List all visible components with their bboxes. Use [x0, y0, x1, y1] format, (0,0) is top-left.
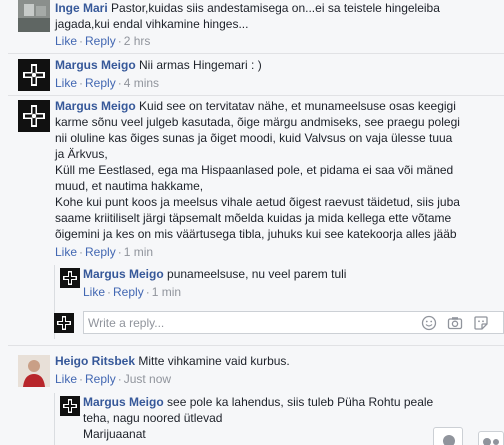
smiley-icon [483, 438, 499, 445]
reply-box[interactable] [83, 311, 504, 334]
avatar [54, 313, 74, 333]
comment-timestamp[interactable]: 4 mins [124, 76, 159, 90]
profile-photo-icon [18, 0, 50, 32]
comment-text: see pole ka lahendus, siis tuleb Püha Ro… [167, 395, 434, 409]
avatar[interactable] [18, 59, 50, 91]
comment-text: saame kriitiliselt järgi täpsemalt mõeld… [55, 211, 452, 225]
comment-author[interactable]: Margus Meigo [83, 267, 164, 281]
smiley-icon [443, 435, 455, 445]
emoji-icon[interactable] [421, 315, 437, 331]
comment-text: õigemini ja kes on mis väärtusega tibla,… [55, 227, 457, 241]
reply-link[interactable]: Reply [85, 76, 116, 90]
comment-text: muud, et nautima hakkame, [55, 179, 204, 193]
black-cross-emblem-icon [60, 268, 80, 288]
comment-author[interactable]: Margus Meigo [55, 99, 136, 113]
black-cross-emblem-icon [18, 59, 50, 91]
comment-margus-1: Margus Meigo Nii armas Hingemari : ) Lik… [0, 57, 504, 93]
comment-text: Kuid see on tervitatav nähe, et munameel… [139, 99, 456, 113]
sticker-icon[interactable] [473, 315, 489, 331]
avatar[interactable] [60, 268, 80, 288]
like-link[interactable]: Like [83, 285, 105, 299]
comment-timestamp[interactable]: 2 hrs [124, 34, 151, 48]
comment-text: jagada,kui endal vihkamine hinges... [55, 17, 249, 31]
comment-timestamp[interactable]: 1 min [152, 285, 181, 299]
reply-link[interactable]: Reply [85, 245, 116, 259]
comment-text: Mitte vihkamine vaid kurbus. [138, 354, 290, 368]
comment-text: teha, nagu noored ütlevad [83, 411, 223, 425]
reply-link[interactable]: Reply [113, 285, 144, 299]
comment-margus-2: Margus Meigo Kuid see on tervitatav nähe… [0, 98, 504, 263]
like-link[interactable]: Like [55, 34, 77, 48]
emoji-reaction-button[interactable] [433, 427, 463, 445]
comment-text: Pastor,kuidas siis andestamisega on...ei… [111, 1, 440, 15]
comment-text: nii oluline kas õiges sunas ja õiget moo… [55, 131, 453, 145]
comment-author[interactable]: Heigo Ritsbek [55, 354, 135, 368]
avatar[interactable] [18, 0, 50, 32]
comment-divider [8, 345, 504, 346]
reply-input[interactable] [88, 314, 388, 331]
like-link[interactable]: Like [55, 245, 77, 259]
reaction-count-button[interactable] [478, 431, 504, 445]
camera-icon[interactable] [447, 315, 463, 331]
comment-text: punameelsuse, nu veel parem tuli [167, 267, 347, 281]
black-cross-emblem-icon [54, 313, 74, 333]
comment-author[interactable]: Margus Meigo [55, 58, 136, 72]
comment-timestamp[interactable]: Just now [124, 372, 171, 386]
black-cross-emblem-icon [18, 100, 50, 132]
comment-text: ja Ärkvus, [55, 147, 108, 161]
comment-inge-mari: Inge Mari Pastor,kuidas siis andestamise… [0, 0, 504, 48]
comment-timestamp[interactable]: 1 min [124, 245, 153, 259]
reply-margus-1: Margus Meigo punameelsuse, nu veel parem… [0, 266, 504, 304]
comment-author[interactable]: Margus Meigo [83, 395, 164, 409]
comment-divider [8, 95, 504, 96]
reply-link[interactable]: Reply [85, 34, 116, 48]
comment-text: karme sõnu veel julgeb kasutada, õige mä… [55, 115, 460, 129]
avatar[interactable] [18, 355, 50, 387]
profile-photo-icon [18, 355, 50, 387]
like-link[interactable]: Like [55, 372, 77, 386]
reply-margus-2: Margus Meigo see pole ka lahendus, siis … [0, 394, 504, 445]
reply-link[interactable]: Reply [85, 372, 116, 386]
comment-heigo-ritsbek: Heigo Ritsbek Mitte vihkamine vaid kurbu… [0, 353, 504, 389]
comment-text: Küll me Eestlased, ega ma Hispaanlased p… [55, 163, 454, 177]
like-link[interactable]: Like [55, 76, 77, 90]
comment-text: Kohe kui punt koos ja meelsus vihale aet… [55, 195, 460, 209]
avatar[interactable] [18, 100, 50, 132]
avatar[interactable] [60, 396, 80, 416]
comment-author[interactable]: Inge Mari [55, 1, 108, 15]
comment-text: Nii armas Hingemari : ) [139, 58, 262, 72]
black-cross-emblem-icon [60, 396, 80, 416]
comment-divider [8, 53, 504, 54]
